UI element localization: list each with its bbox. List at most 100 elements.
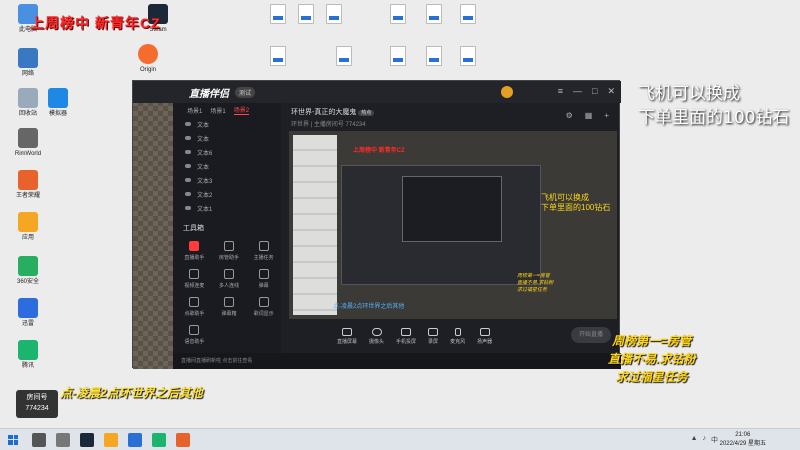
tool-item[interactable]: 视频连麦 [177, 269, 212, 289]
desktop-file[interactable] [446, 4, 490, 26]
app-taskbar-icon[interactable] [176, 432, 190, 447]
start-button[interactable] [4, 431, 22, 449]
tool-item[interactable]: 多人连线 [212, 269, 247, 289]
desktop-icon-emulator[interactable]: 模拟器 [36, 88, 80, 118]
stream-subtitle: 环世界 | 主播房间号 774234 [291, 122, 366, 128]
steam-taskbar-icon[interactable] [80, 432, 94, 447]
eye-icon[interactable] [185, 136, 191, 140]
camera-button[interactable]: 摄像头 [369, 327, 384, 345]
clock[interactable]: 21:06 2022/4/29 星期五 [720, 431, 766, 449]
tab-scene-1[interactable]: 场景1 [187, 106, 202, 115]
wechat-icon[interactable] [152, 432, 166, 447]
close-icon[interactable]: ✕ [607, 86, 615, 97]
tool-item[interactable]: 弹幕箱 [212, 297, 247, 317]
speaker-button[interactable]: 扬声器 [477, 327, 492, 345]
document-icon [426, 46, 442, 66]
preview-header: 环世界-真正的大魔鬼 热点 环世界 | 主播房间号 774234 ⚙ ▦ + [289, 103, 621, 131]
overlay-right-text: 飞机可以换成 下单里面的100钻石 [638, 84, 790, 128]
maximize-icon[interactable]: □ [592, 86, 597, 97]
microphone-button[interactable]: 麦克风 [450, 327, 465, 345]
stream-preview[interactable]: 上周榜中 新青年CZ 飞机可以换成 下单里面的100钻石 周榜第一=房管 直播不… [289, 131, 617, 319]
desktop-icon-app[interactable]: 应用 [6, 212, 50, 242]
desktop-icon-rimworld[interactable]: RimWorld [6, 128, 50, 158]
document-icon [326, 4, 342, 24]
avatar[interactable] [501, 86, 513, 98]
tool-item[interactable]: 主播任务 [246, 241, 281, 261]
source-item[interactable]: 文本2 [173, 187, 281, 201]
title-bar: 直播伴侣 测试 ≡ — □ ✕ [133, 81, 621, 103]
danmaku-icon [258, 269, 269, 279]
network-icon [18, 48, 38, 68]
status-bar: 直播间直播刷新啦 点击前往查看 [173, 353, 621, 369]
source-item[interactable]: 文本1 [173, 201, 281, 215]
tool-item[interactable]: 房管助手 [212, 241, 247, 261]
tool-item[interactable]: 直播助手 [177, 241, 212, 261]
desktop-icon-tencent[interactable]: 腾讯 [6, 340, 50, 370]
preview-red-text: 上周榜中 新青年CZ [353, 148, 405, 154]
eye-icon[interactable] [185, 206, 191, 210]
ime-icon[interactable]: 中 [711, 435, 718, 445]
start-live-button[interactable]: 开始直播 [571, 327, 611, 343]
screen-icon [342, 327, 352, 336]
document-icon [460, 4, 476, 24]
volume-icon[interactable]: ♪ [703, 435, 707, 445]
minimize-icon[interactable]: — [573, 86, 582, 97]
stream-title[interactable]: 环世界-真正的大魔鬼 热点 [291, 107, 375, 117]
multi-user-icon [223, 269, 234, 279]
preview-nested-window [341, 165, 541, 285]
record-button[interactable]: 录屏 [428, 327, 438, 345]
source-item[interactable]: 文本3 [173, 173, 281, 187]
task-view-icon[interactable] [56, 432, 70, 447]
tool-item[interactable]: 弹幕 [246, 269, 281, 289]
document-icon [336, 46, 352, 66]
eye-icon[interactable] [185, 150, 191, 154]
tool-item[interactable]: 歌词显示 [246, 297, 281, 317]
eye-icon[interactable] [185, 178, 191, 182]
task-icon [258, 241, 269, 251]
desktop-icon-game[interactable]: 王者荣耀 [6, 170, 50, 200]
search-icon[interactable] [32, 432, 46, 447]
source-item[interactable]: 文本 [173, 159, 281, 173]
toolbox-grid: 直播助手 房管助手 主播任务 视频连麦 多人连线 弹幕 点歌助手 弹幕箱 歌词显… [177, 241, 281, 345]
recycle-bin-icon [18, 88, 38, 108]
network-tray-icon[interactable]: ▲ [691, 435, 698, 445]
document-icon [270, 46, 286, 66]
add-icon[interactable]: + [604, 111, 609, 120]
eye-icon[interactable] [185, 192, 191, 196]
phone-cast-button[interactable]: 手机投屏 [396, 327, 416, 345]
eye-icon[interactable] [185, 164, 191, 168]
tab-scene-2[interactable]: 场景2 [233, 105, 250, 115]
folder-icon[interactable] [104, 432, 118, 447]
menu-icon[interactable]: ≡ [558, 86, 563, 97]
emulator-icon [48, 88, 68, 108]
desktop-icon-thunder[interactable]: 迅雷 [6, 298, 50, 328]
tab-scene-1b[interactable]: 场景1 [210, 106, 225, 115]
screen-capture-button[interactable]: 直播屏幕 [337, 327, 357, 345]
desktop-icon-360[interactable]: 360安全 [6, 256, 50, 286]
settings-icon[interactable]: ⚙ [566, 111, 573, 120]
desktop-file[interactable] [312, 4, 356, 26]
game-icon [18, 170, 38, 190]
tool-item[interactable]: 点歌助手 [177, 297, 212, 317]
rimworld-icon [18, 128, 38, 148]
overlay-bottom-left-text: 点-凌晨2点环世界之后其他 [60, 386, 203, 400]
eye-icon[interactable] [185, 122, 191, 126]
desktop-icon-origin[interactable]: Origin [126, 44, 170, 74]
overlay-right-bottom-text: 周榜第一=房管 直播不易.求钻粉 求过福星任务 [608, 334, 696, 384]
grid-icon[interactable]: ▦ [585, 111, 593, 120]
app-window: 直播伴侣 测试 ≡ — □ ✕ 场景1 场景1 场景2 文本 文本 文本6 文本… [132, 80, 621, 369]
source-item[interactable]: 文本 [173, 131, 281, 145]
app-logo: 直播伴侣 [189, 88, 229, 100]
room-badge: 房间号 774234 [16, 390, 58, 418]
desktop-file[interactable] [322, 46, 366, 68]
desktop-icon-network[interactable]: 网络 [6, 48, 50, 78]
taskbar: ▲ ♪ 中 21:06 2022/4/29 星期五 [0, 428, 800, 450]
desktop-file[interactable] [256, 46, 300, 68]
source-item[interactable]: 文本6 [173, 145, 281, 159]
document-icon [390, 4, 406, 24]
desktop-file[interactable] [446, 46, 490, 68]
browser-icon[interactable] [128, 432, 142, 447]
source-item[interactable]: 文本 [173, 117, 281, 131]
live-assistant-icon [189, 241, 200, 251]
tool-item[interactable]: 语音助手 [177, 325, 212, 345]
